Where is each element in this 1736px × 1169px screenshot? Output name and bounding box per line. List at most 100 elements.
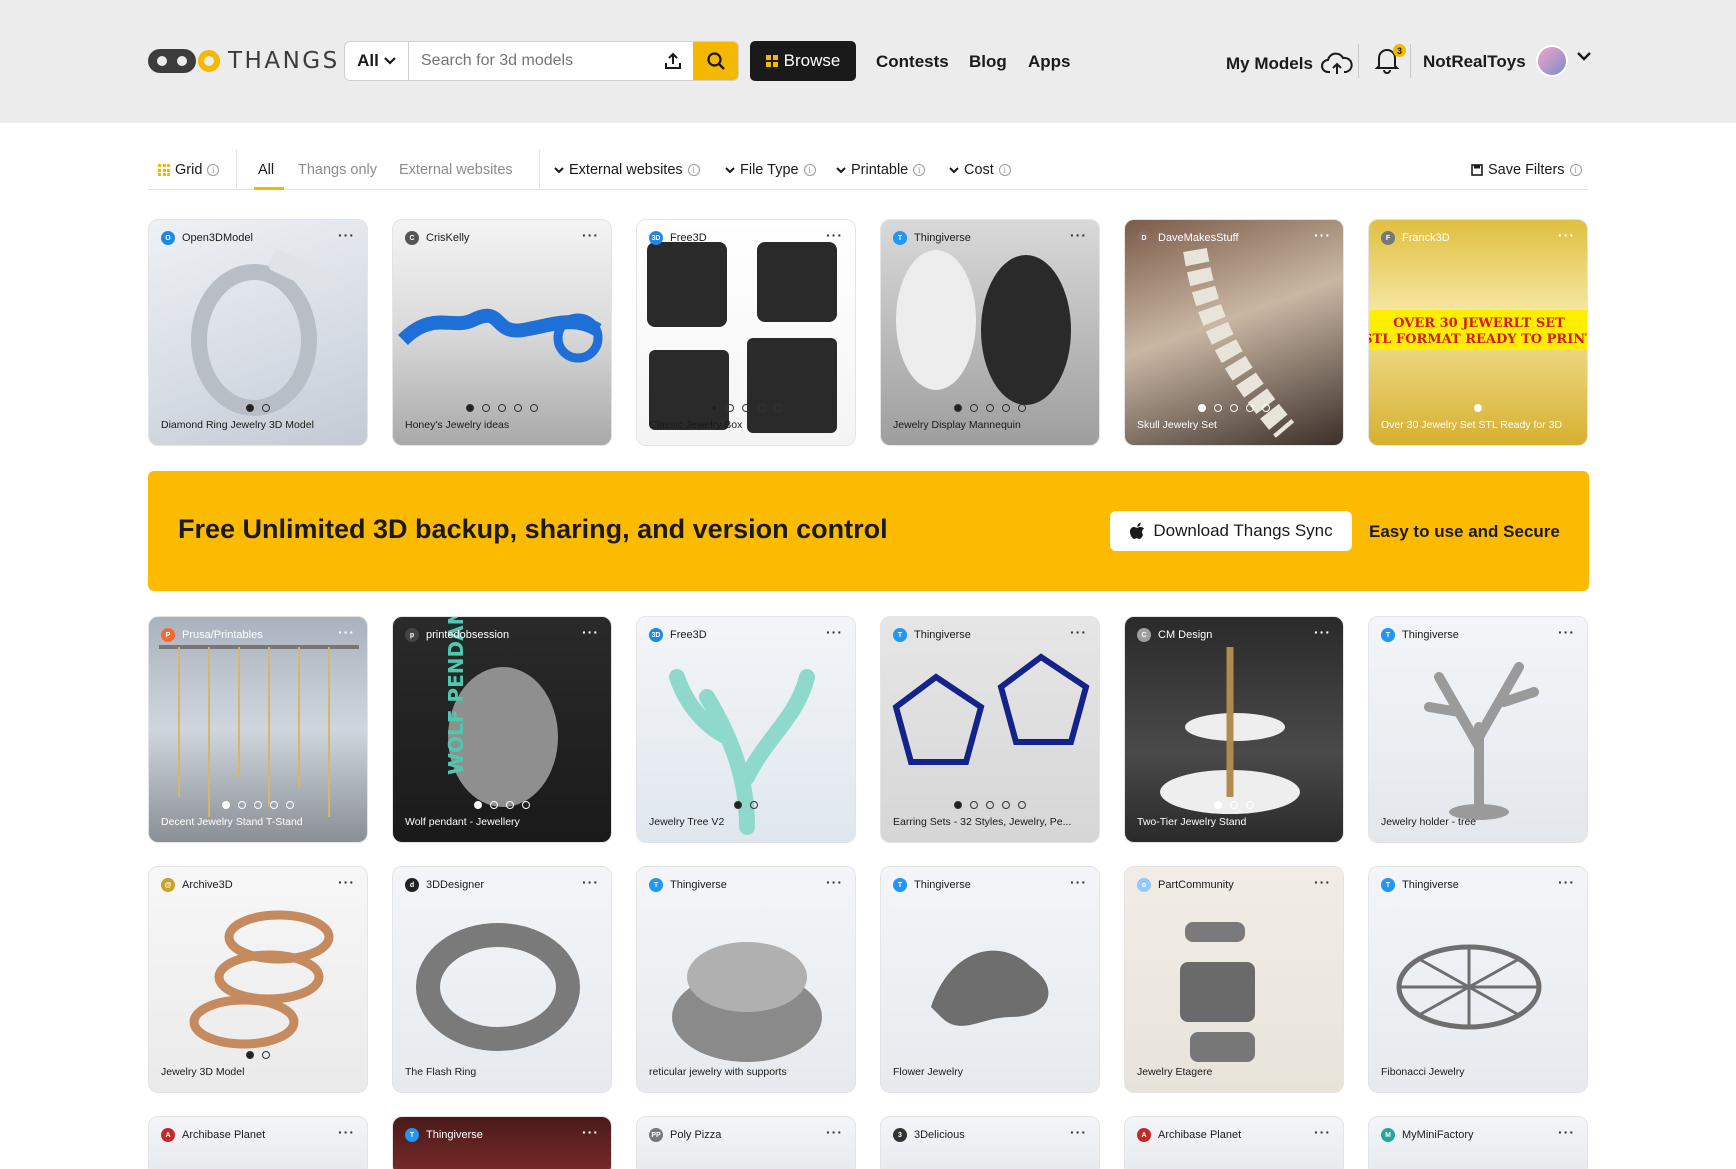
card-source[interactable]: F Franck3D bbox=[1381, 231, 1575, 245]
carousel-dot[interactable] bbox=[238, 801, 246, 809]
image-carousel-dots[interactable] bbox=[1125, 801, 1343, 809]
carousel-dot[interactable] bbox=[710, 404, 718, 412]
card-source[interactable]: A Archibase Planet bbox=[161, 1128, 355, 1142]
model-card[interactable]: 3D Free3D ··· Jewelry Tree V2 bbox=[636, 616, 856, 843]
card-source[interactable]: M MyMiniFactory bbox=[1381, 1128, 1575, 1142]
carousel-dot[interactable] bbox=[254, 801, 262, 809]
carousel-dot[interactable] bbox=[970, 801, 978, 809]
model-card[interactable]: WOLF PENDANT p printedobsession ··· Wolf pen… bbox=[392, 616, 612, 843]
model-thumbnail[interactable] bbox=[1125, 1117, 1343, 1169]
model-title[interactable]: Diamond Ring Jewelry 3D Model bbox=[161, 419, 355, 431]
model-card[interactable]: T Thingiverse ··· bbox=[392, 1116, 612, 1169]
carousel-dot[interactable] bbox=[1214, 404, 1222, 412]
more-options-icon[interactable]: ··· bbox=[1070, 1124, 1087, 1140]
more-options-icon[interactable]: ··· bbox=[1314, 1124, 1331, 1140]
more-options-icon[interactable]: ··· bbox=[1070, 227, 1087, 243]
more-options-icon[interactable]: ··· bbox=[1558, 1124, 1575, 1140]
model-card[interactable]: M MyMiniFactory ··· bbox=[1368, 1116, 1588, 1169]
more-options-icon[interactable]: ··· bbox=[582, 624, 599, 640]
image-carousel-dots[interactable] bbox=[149, 404, 367, 412]
model-thumbnail[interactable] bbox=[393, 867, 611, 1092]
model-thumbnail[interactable] bbox=[1369, 617, 1587, 842]
image-carousel-dots[interactable] bbox=[393, 801, 611, 809]
carousel-dot[interactable] bbox=[1246, 801, 1254, 809]
nav-blog[interactable]: Blog bbox=[969, 52, 1007, 72]
card-source[interactable]: PP Poly Pizza bbox=[649, 1128, 843, 1142]
carousel-dot[interactable] bbox=[246, 1051, 254, 1059]
carousel-dot[interactable] bbox=[774, 404, 782, 412]
more-options-icon[interactable]: ··· bbox=[1314, 874, 1331, 890]
model-title[interactable]: Honey's Jewelry ideas bbox=[405, 419, 599, 431]
more-options-icon[interactable]: ··· bbox=[1558, 874, 1575, 890]
filter-printable[interactable]: Printable i bbox=[836, 162, 926, 178]
carousel-dot[interactable] bbox=[1246, 404, 1254, 412]
more-options-icon[interactable]: ··· bbox=[338, 1124, 355, 1140]
carousel-dot[interactable] bbox=[286, 801, 294, 809]
image-carousel-dots[interactable] bbox=[881, 801, 1099, 809]
nav-contests[interactable]: Contests bbox=[876, 52, 949, 72]
model-card[interactable]: T Thingiverse ··· Jewelry Display Mannequin bbox=[880, 219, 1100, 446]
model-card[interactable]: 3D Free3D ··· Classic Jewelry Box bbox=[636, 219, 856, 446]
card-source[interactable]: T Thingiverse bbox=[893, 231, 1087, 245]
image-carousel-dots[interactable] bbox=[637, 404, 855, 412]
more-options-icon[interactable]: ··· bbox=[1070, 874, 1087, 890]
carousel-dot[interactable] bbox=[522, 801, 530, 809]
card-source[interactable]: T Thingiverse bbox=[649, 878, 843, 892]
more-options-icon[interactable]: ··· bbox=[582, 874, 599, 890]
carousel-dot[interactable] bbox=[1018, 801, 1026, 809]
more-options-icon[interactable]: ··· bbox=[582, 1124, 599, 1140]
model-thumbnail[interactable] bbox=[1125, 867, 1343, 1092]
model-title[interactable]: Jewelry Display Mannequin bbox=[893, 419, 1087, 431]
carousel-dot[interactable] bbox=[474, 801, 482, 809]
carousel-dot[interactable] bbox=[742, 404, 750, 412]
carousel-dot[interactable] bbox=[262, 1051, 270, 1059]
carousel-dot[interactable] bbox=[262, 404, 270, 412]
model-card[interactable]: o PartCommunity ··· Jewelry Etagere bbox=[1124, 866, 1344, 1093]
card-source[interactable]: d 3DDesigner bbox=[405, 878, 599, 892]
model-thumbnail[interactable] bbox=[637, 1117, 855, 1169]
model-title[interactable]: Jewelry 3D Model bbox=[161, 1066, 355, 1078]
model-card[interactable]: T Thingiverse ··· Flower Jewelry bbox=[880, 866, 1100, 1093]
carousel-dot[interactable] bbox=[530, 404, 538, 412]
model-card[interactable]: 3 3Delicious ··· bbox=[880, 1116, 1100, 1169]
carousel-dot[interactable] bbox=[1198, 404, 1206, 412]
more-options-icon[interactable]: ··· bbox=[582, 227, 599, 243]
browse-button[interactable]: Browse bbox=[750, 41, 856, 81]
carousel-dot[interactable] bbox=[954, 801, 962, 809]
image-carousel-dots[interactable] bbox=[637, 801, 855, 809]
tab-thangs-only[interactable]: Thangs only bbox=[298, 162, 377, 178]
model-title[interactable]: Flower Jewelry bbox=[893, 1066, 1087, 1078]
model-thumbnail[interactable] bbox=[1369, 867, 1587, 1092]
card-source[interactable]: T Thingiverse bbox=[1381, 628, 1575, 642]
card-source[interactable]: C CM Design bbox=[1137, 628, 1331, 642]
more-options-icon[interactable]: ··· bbox=[1558, 227, 1575, 243]
model-title[interactable]: Skull Jewelry Set bbox=[1137, 419, 1331, 431]
model-card[interactable]: D DaveMakesStuff ··· Skull Jewelry Set bbox=[1124, 219, 1344, 446]
card-source[interactable]: P Prusa/Printables bbox=[161, 628, 355, 642]
model-card[interactable]: T Thingiverse ··· reticular jewelry with su… bbox=[636, 866, 856, 1093]
more-options-icon[interactable]: ··· bbox=[826, 624, 843, 640]
model-card[interactable]: A Archibase Planet ··· bbox=[148, 1116, 368, 1169]
card-source[interactable]: o PartCommunity bbox=[1137, 878, 1331, 892]
save-filters-button[interactable]: Save Filters i bbox=[1471, 162, 1582, 178]
model-card[interactable]: PP Poly Pizza ··· bbox=[636, 1116, 856, 1169]
model-card[interactable]: C CM Design ··· Two-Tier Jewelry Stand bbox=[1124, 616, 1344, 843]
carousel-dot[interactable] bbox=[1002, 404, 1010, 412]
carousel-dot[interactable] bbox=[246, 404, 254, 412]
model-title[interactable]: Over 30 Jewelry Set STL Ready for 3D bbox=[1381, 419, 1575, 431]
carousel-dot[interactable] bbox=[986, 404, 994, 412]
model-thumbnail[interactable] bbox=[149, 1117, 367, 1169]
card-source[interactable]: D DaveMakesStuff bbox=[1137, 231, 1331, 245]
more-options-icon[interactable]: ··· bbox=[1558, 624, 1575, 640]
more-options-icon[interactable]: ··· bbox=[826, 227, 843, 243]
chevron-down-icon[interactable] bbox=[1577, 52, 1591, 62]
notifications-button[interactable]: 3 bbox=[1374, 44, 1406, 76]
model-card[interactable]: P Prusa/Printables ··· Decent Jewelry Stand… bbox=[148, 616, 368, 843]
carousel-dot[interactable] bbox=[750, 801, 758, 809]
model-title[interactable]: Jewelry Tree V2 bbox=[649, 816, 843, 828]
carousel-dot[interactable] bbox=[954, 404, 962, 412]
model-card[interactable]: C CrisKelly ··· Honey's Jewelry ideas bbox=[392, 219, 612, 446]
card-source[interactable]: 3D Free3D bbox=[649, 231, 843, 245]
model-card[interactable]: T Thingiverse ··· Earring Sets - 32 Styles,… bbox=[880, 616, 1100, 843]
search-scope-dropdown[interactable]: All bbox=[345, 42, 409, 80]
